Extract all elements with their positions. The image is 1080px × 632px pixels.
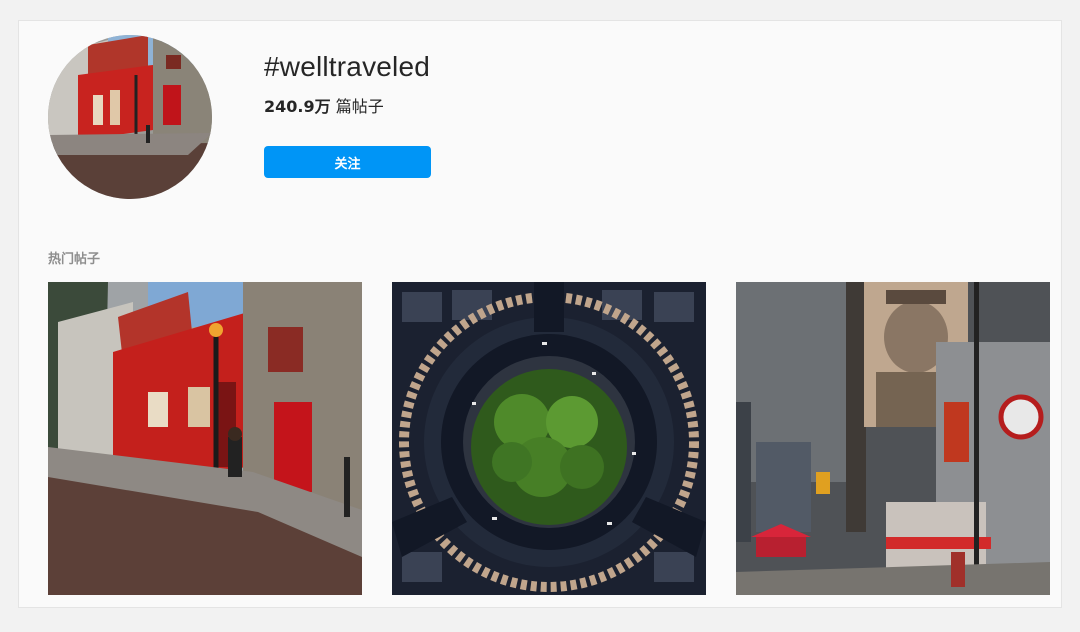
street-red-building-photo-icon <box>48 282 362 595</box>
post-count-value: 240.9万 <box>264 97 331 116</box>
post-count-unit: 篇帖子 <box>335 97 384 116</box>
top-posts-title: 热门帖子 <box>48 252 101 267</box>
hashtag-page-card: #welltraveled 240.9万 篇帖子 关注 热门帖子 <box>18 20 1062 608</box>
hashtag-avatar <box>48 35 212 199</box>
street-red-building-icon <box>48 35 212 199</box>
post-count: 240.9万 篇帖子 <box>264 93 384 117</box>
hashtag-title: #welltraveled <box>264 51 431 82</box>
top-post-3[interactable] <box>736 282 1050 595</box>
follow-button[interactable]: 关注 <box>264 146 431 178</box>
city-street-mural-photo-icon <box>736 282 1050 595</box>
top-post-1[interactable] <box>48 282 362 595</box>
roundabout-aerial-photo-icon <box>392 282 706 595</box>
top-post-2[interactable] <box>392 282 706 595</box>
